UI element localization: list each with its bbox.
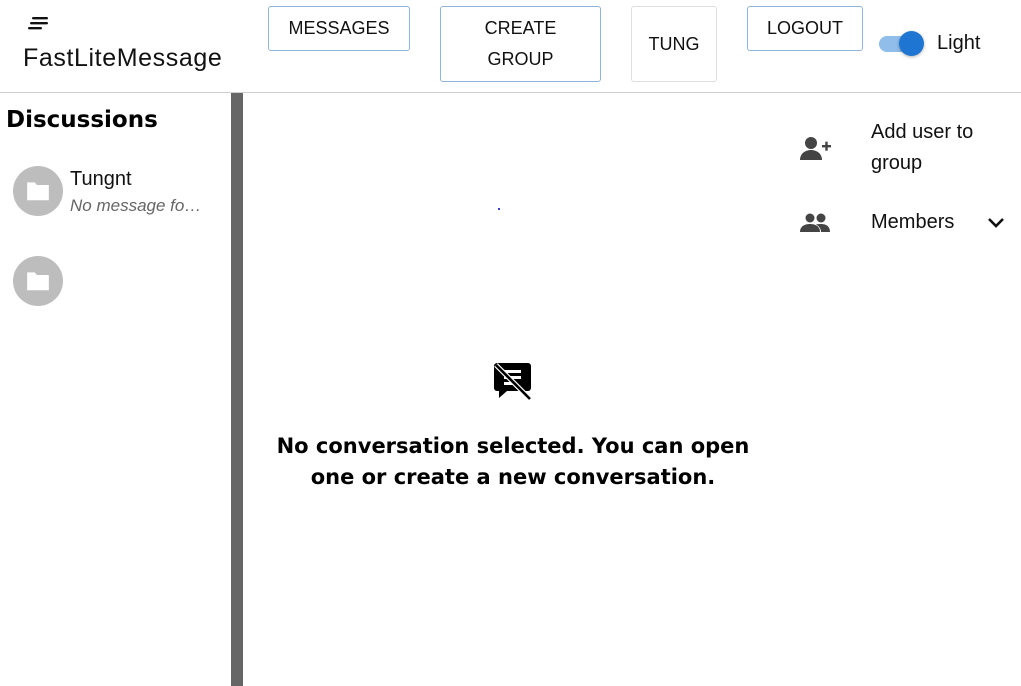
folder-icon xyxy=(27,182,49,201)
group-icon xyxy=(800,213,830,232)
create-group-label-line2: GROUP xyxy=(487,49,554,69)
conversation-preview: No message fo… xyxy=(70,196,202,215)
person-add-icon xyxy=(800,137,831,160)
speaker-notes-off-icon xyxy=(494,363,532,401)
logout-button-label: LOGOUT xyxy=(766,18,843,38)
conversation-name: Tungnt xyxy=(70,168,132,190)
members-label: Members xyxy=(871,211,955,233)
theme-toggle-knob xyxy=(899,31,924,56)
add-user-label-line2: group xyxy=(871,152,923,174)
empty-state-message: No conversation selected. You can open o… xyxy=(243,431,783,493)
menu-icon[interactable] xyxy=(27,16,51,32)
messages-button[interactable]: MESSAGES xyxy=(268,6,410,51)
create-group-button-label: CREATE GROUP xyxy=(485,13,557,75)
avatar xyxy=(13,256,63,306)
theme-toggle[interactable] xyxy=(879,30,927,58)
chevron-down-icon[interactable] xyxy=(987,216,1005,230)
user-profile-label: TUNG xyxy=(648,33,700,54)
brand-title: FastLiteMessage xyxy=(23,44,223,72)
create-group-label-line1: CREATE xyxy=(484,18,557,38)
create-group-button[interactable]: CREATE GROUP xyxy=(440,6,601,82)
add-user-label-line1: Add user to xyxy=(871,121,974,143)
group-options-panel: Add user to group Members xyxy=(788,93,1021,686)
members-item[interactable]: Members xyxy=(788,207,1021,239)
avatar xyxy=(13,166,63,216)
logout-button[interactable]: LOGOUT xyxy=(747,6,863,51)
user-profile-button[interactable]: TUNG xyxy=(631,6,717,82)
conversation-item[interactable]: Tungnt No message fo… xyxy=(0,166,231,226)
discussions-sidebar: Discussions Tungnt No message fo… xyxy=(0,93,231,686)
sidebar-title: Discussions xyxy=(6,107,158,133)
loading-dot xyxy=(498,208,500,210)
add-user-label: Add user to group xyxy=(871,117,973,179)
empty-state-line2: one or create a new conversation. xyxy=(310,465,716,489)
conversation-item[interactable] xyxy=(0,256,231,316)
add-user-to-group-item[interactable]: Add user to group xyxy=(788,117,1021,181)
conversation-panel: No conversation selected. You can open o… xyxy=(243,93,788,686)
sidebar-resize-divider[interactable] xyxy=(231,93,243,686)
app-header: FastLiteMessage MESSAGES CREATE GROUP TU… xyxy=(0,0,1021,93)
empty-state-line1: No conversation selected. You can open xyxy=(276,434,750,458)
messages-button-label: MESSAGES xyxy=(288,18,390,38)
theme-toggle-label: Light xyxy=(937,32,981,54)
folder-icon xyxy=(27,272,49,291)
